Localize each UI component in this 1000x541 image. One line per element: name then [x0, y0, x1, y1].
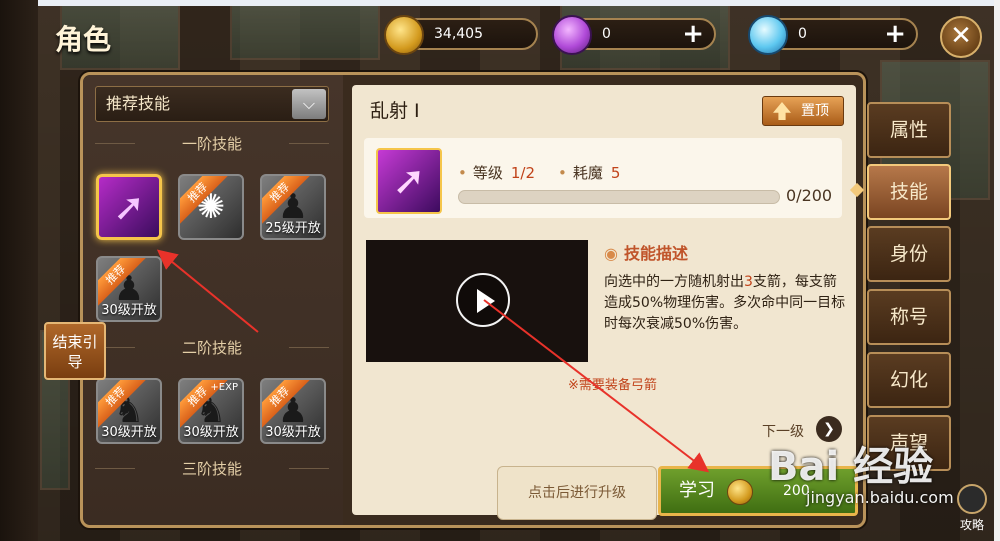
purple-gem-currency: 0 +: [552, 15, 716, 55]
upgrade-hint: 点击后进行升级: [497, 466, 657, 520]
watermark-logo: Bai 经验: [768, 444, 934, 490]
tab-skills[interactable]: 技能: [867, 164, 951, 220]
skill-slot-4[interactable]: ♟ 推荐 30级开放: [96, 256, 162, 322]
unlock-level-label: 30级开放: [265, 425, 321, 440]
diamond-currency: 0 +: [748, 15, 918, 55]
add-diamond-button[interactable]: +: [884, 21, 906, 47]
purple-gem-icon: [552, 15, 592, 55]
skill-slot-6[interactable]: ♞ 推荐 +EXP 30级开放: [178, 378, 244, 444]
arrow-up-icon: [773, 102, 791, 120]
gold-amount: 34,405: [434, 26, 483, 42]
diamond-amount: 0: [798, 26, 807, 42]
skill-progress-text: 0/200: [786, 186, 833, 205]
tier-3-heading: 三阶技能: [95, 458, 329, 479]
description-heading-text: 技能描述: [623, 244, 688, 263]
level-value: 1/2: [510, 164, 536, 182]
window-left-strip: [0, 0, 38, 541]
skill-filter-dropdown[interactable]: 推荐技能 ⌵: [95, 86, 329, 122]
level-label: 等级: [472, 164, 503, 182]
skill-slot-7[interactable]: ♟ 推荐 30级开放: [260, 378, 326, 444]
unlock-level-label: 30级开放: [183, 425, 239, 440]
description-heading: ◉ 技能描述: [604, 240, 688, 264]
pin-to-top-button[interactable]: 置顶: [762, 96, 844, 126]
watermark-url: jingyan.baidu.com: [806, 488, 954, 507]
unlock-level-label: 30级开放: [101, 425, 157, 440]
gold-coin-icon: [384, 15, 424, 55]
mana-label: 耗魔: [572, 164, 603, 182]
unlock-level-label: 30级开放: [101, 303, 157, 318]
requirement-note: ※需要装备弓箭: [568, 378, 657, 393]
strategy-label: 攻略: [959, 518, 984, 532]
skill-slot-multishot[interactable]: ➚: [96, 174, 162, 240]
skill-name: 乱射 I: [370, 100, 420, 122]
tier-2-heading: 二阶技能: [95, 337, 329, 358]
skill-slot-3[interactable]: ♟ 推荐 25级开放: [260, 174, 326, 240]
skill-description: 向选中的一方随机射出3支箭，每支箭造成50%物理伤害。多次命中同一目标时每次衰减…: [604, 272, 850, 335]
add-purple-gem-button[interactable]: +: [682, 21, 704, 47]
learn-label: 学习: [679, 480, 715, 501]
description-highlight: 3: [744, 274, 753, 290]
close-button[interactable]: ✕: [940, 16, 982, 58]
skill-progress-bar: [458, 190, 780, 204]
skill-slot-5[interactable]: ♞ 推荐 30级开放: [96, 378, 162, 444]
purple-gem-amount: 0: [602, 26, 611, 42]
window-top-strip: [0, 0, 1000, 6]
diamond-icon: [748, 15, 788, 55]
tab-attributes[interactable]: 属性: [867, 102, 951, 158]
tab-identity[interactable]: 身份: [867, 226, 951, 282]
window-right-strip: [994, 0, 1000, 541]
unlock-level-label: 25级开放: [265, 221, 321, 236]
description-text-start: 向选中的一方随机射出: [604, 274, 744, 290]
skill-slot-2[interactable]: ✺ 推荐: [178, 174, 244, 240]
guide-book-icon: [957, 484, 987, 514]
gold-currency: 34,405: [384, 15, 538, 55]
arrow-burst-icon: ➚: [113, 185, 145, 229]
bullet-icon: ◉: [604, 244, 618, 263]
dropdown-label: 推荐技能: [106, 94, 171, 113]
tier-1-heading: 一阶技能: [95, 133, 329, 154]
gold-coin-icon: [727, 479, 753, 505]
chevron-down-icon[interactable]: ⌵: [292, 89, 326, 119]
arrow-burst-icon: ➚: [376, 148, 442, 214]
tab-title[interactable]: 称号: [867, 289, 951, 345]
tab-transmog[interactable]: 幻化: [867, 352, 951, 408]
page-title: 角色: [55, 23, 112, 56]
pin-label: 置顶: [801, 103, 829, 119]
level-stat: • 等级 1/2: [458, 164, 536, 182]
exp-tag: +EXP: [210, 382, 238, 393]
mana-stat: • 耗魔 5: [558, 164, 621, 182]
mana-value: 5: [610, 164, 621, 182]
end-guide-button[interactable]: 结束引导: [44, 322, 106, 380]
strategy-button[interactable]: 攻略: [952, 484, 992, 534]
play-icon[interactable]: [456, 273, 510, 327]
